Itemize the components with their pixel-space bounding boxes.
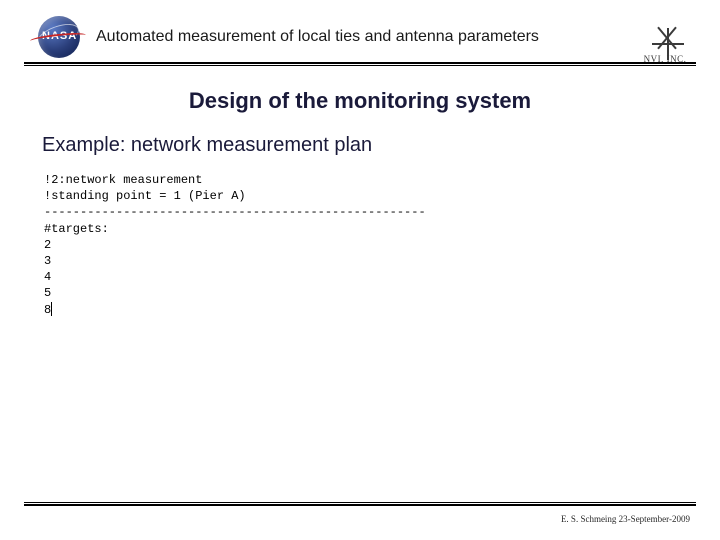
code-divider-line: ----------------------------------------… <box>44 205 426 219</box>
footer-divider <box>24 502 696 506</box>
code-line: 8 <box>44 303 51 317</box>
nvi-star-icon <box>660 36 676 52</box>
code-line: !2:network measurement <box>44 173 202 187</box>
code-line: 3 <box>44 254 51 268</box>
text-cursor-icon <box>51 302 52 316</box>
section-title: Design of the monitoring system <box>0 88 720 114</box>
code-line: 2 <box>44 238 51 252</box>
nasa-logo: NASA <box>26 16 88 58</box>
code-line: #targets: <box>44 222 109 236</box>
footer-text: E. S. Schmeing 23-September-2009 <box>561 514 690 524</box>
code-line: 4 <box>44 270 51 284</box>
code-line: !standing point = 1 (Pier A) <box>44 189 246 203</box>
header-divider <box>24 62 696 66</box>
header-title: Automated measurement of local ties and … <box>96 28 539 46</box>
slide: NASA Automated measurement of local ties… <box>0 0 720 540</box>
code-line: 5 <box>44 286 51 300</box>
subtitle: Example: network measurement plan <box>42 134 372 157</box>
code-listing: !2:network measurement !standing point =… <box>44 172 484 318</box>
header: NASA Automated measurement of local ties… <box>0 14 720 60</box>
